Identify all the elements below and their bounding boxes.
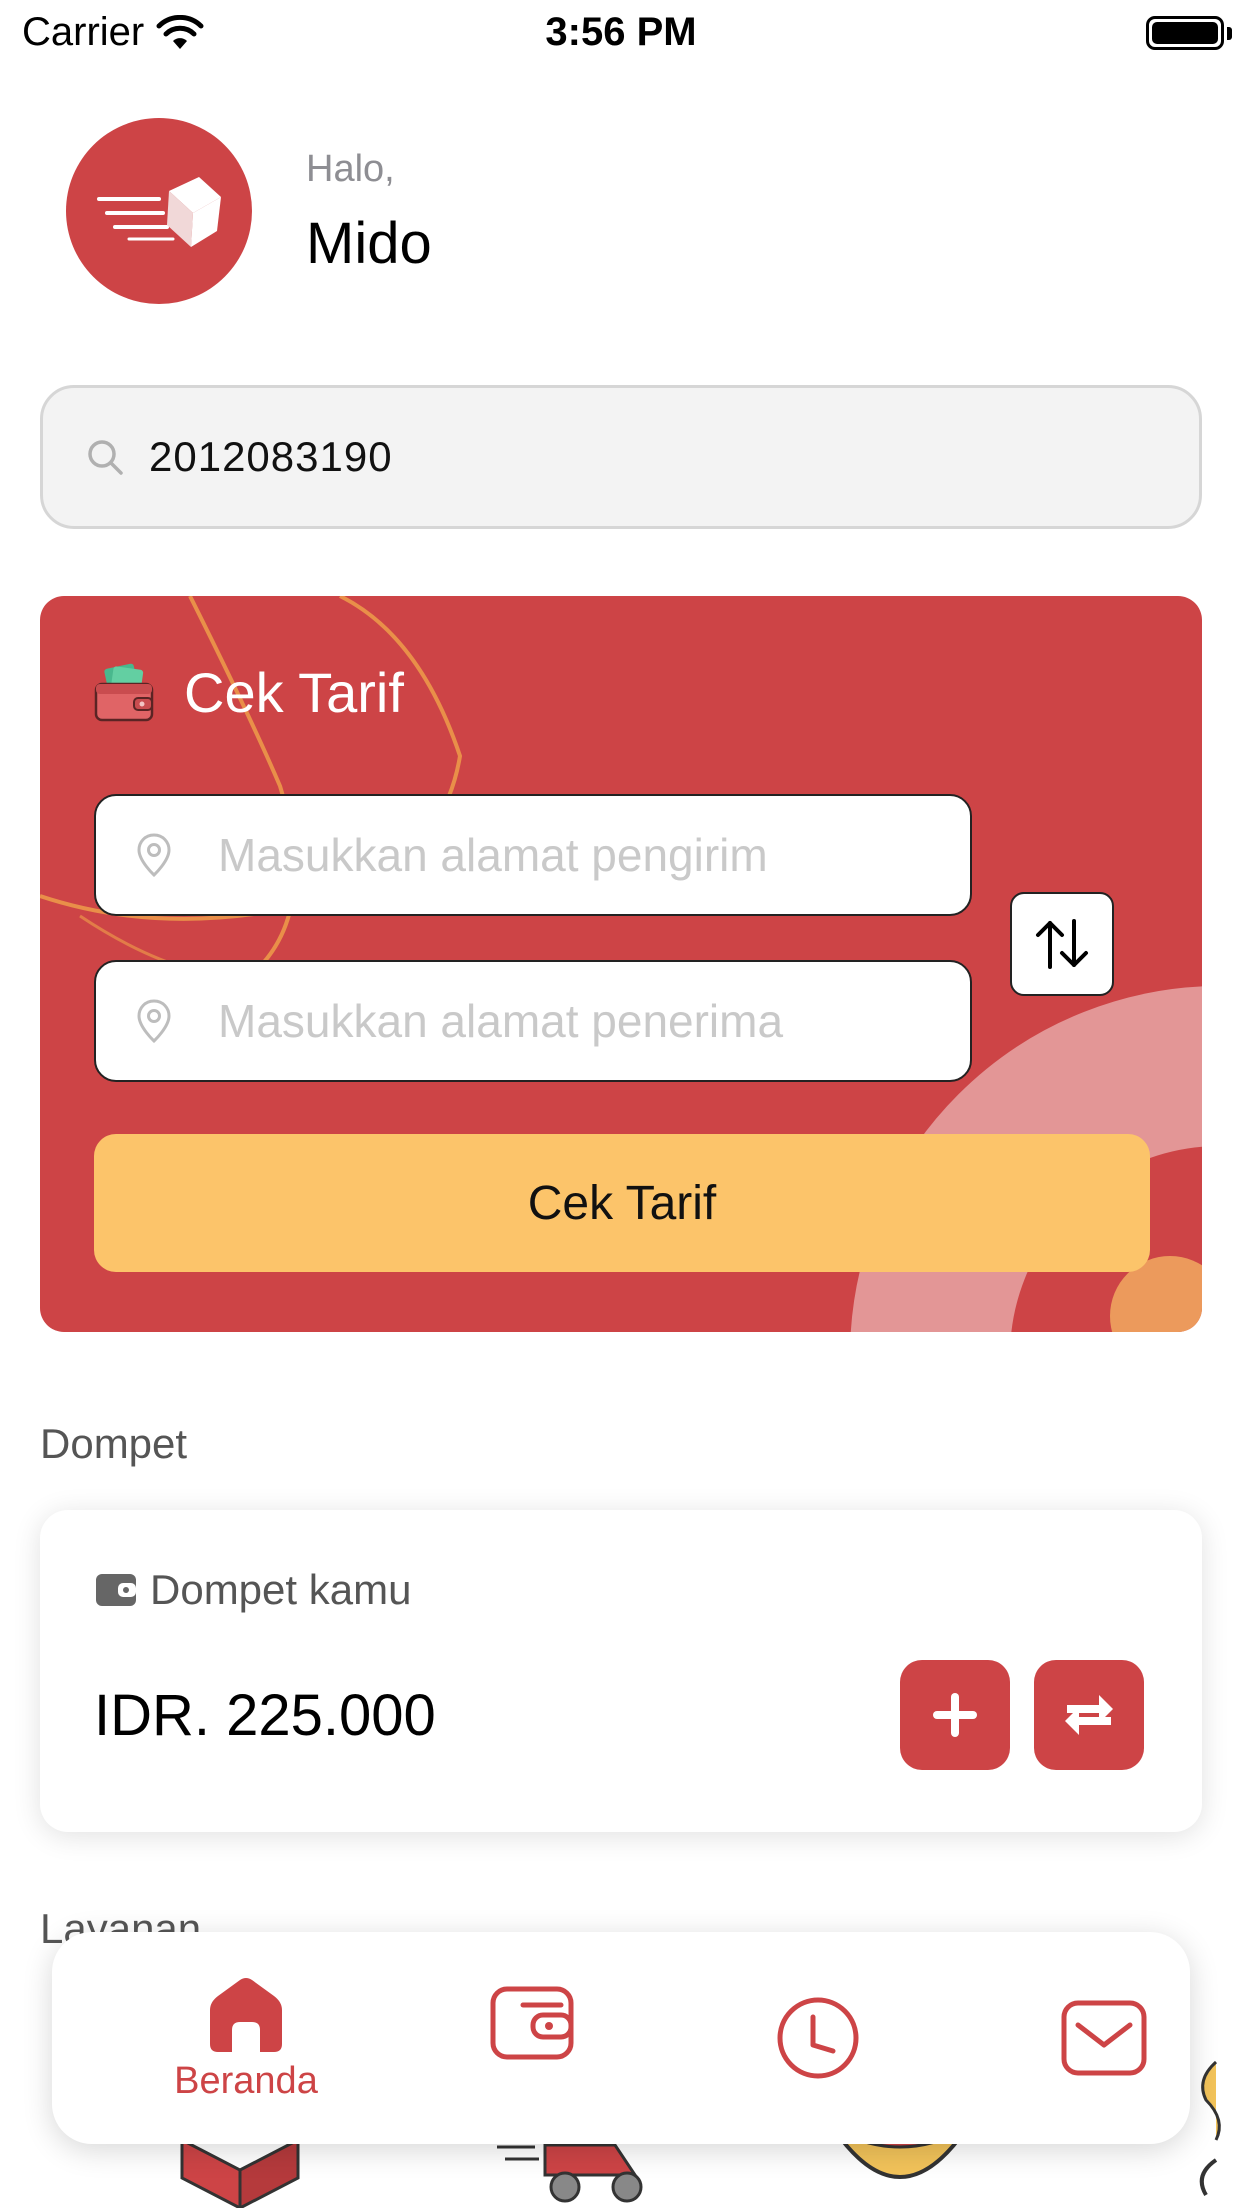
delivery-box-logo-icon xyxy=(97,177,221,247)
wallet-balance: IDR. 225.000 xyxy=(94,1683,436,1748)
battery-icon xyxy=(1146,16,1224,50)
receiver-address-input[interactable] xyxy=(218,994,938,1048)
sender-address-field[interactable] xyxy=(94,794,972,916)
search-bar[interactable]: 2012083190 xyxy=(40,385,1202,529)
location-pin-icon xyxy=(137,833,171,878)
greeting-text: Halo, xyxy=(306,148,395,190)
top-up-button[interactable] xyxy=(900,1660,1010,1770)
sender-address-input[interactable] xyxy=(218,828,938,882)
status-bar: Carrier 3:56 PM xyxy=(0,0,1242,66)
transfer-button[interactable] xyxy=(1034,1660,1144,1770)
wallet-label-row: Dompet kamu xyxy=(94,1566,411,1614)
swap-address-button[interactable] xyxy=(1010,892,1114,996)
dompet-section-title: Dompet xyxy=(40,1420,188,1467)
exchange-icon xyxy=(1065,1695,1113,1735)
cek-tarif-card: Cek Tarif Cek Tarif xyxy=(40,596,1202,1332)
search-input[interactable]: 2012083190 xyxy=(149,433,393,481)
location-pin-icon xyxy=(137,999,171,1044)
swap-arrows-icon xyxy=(1036,919,1088,969)
cek-tarif-button[interactable]: Cek Tarif xyxy=(94,1134,1150,1272)
search-icon xyxy=(88,440,123,475)
clock-icon xyxy=(777,1997,859,2079)
status-time: 3:56 PM xyxy=(545,10,697,54)
bottom-tab-bar: Beranda xyxy=(52,1932,1190,2144)
tab-beranda[interactable]: Beranda xyxy=(146,1932,346,2144)
receiver-address-field[interactable] xyxy=(94,960,972,1082)
wallet-label: Dompet kamu xyxy=(150,1566,412,1613)
wallet-icon xyxy=(96,1574,136,1606)
wallet-icon xyxy=(490,1986,574,2060)
battery-tip xyxy=(1227,27,1232,40)
mail-icon xyxy=(1061,2000,1147,2076)
cek-tarif-title: Cek Tarif xyxy=(184,661,404,724)
tab-inbox[interactable] xyxy=(1004,1932,1204,2144)
plus-icon xyxy=(933,1693,977,1737)
wallet-card: Dompet kamu IDR. 225.000 xyxy=(40,1510,1202,1832)
money-wallet-icon xyxy=(94,663,154,721)
tab-label-beranda: Beranda xyxy=(174,2059,318,2102)
tab-history[interactable] xyxy=(718,1932,918,2144)
user-name: Mido xyxy=(306,211,432,276)
home-icon xyxy=(210,1977,282,2052)
tab-wallet[interactable] xyxy=(432,1932,632,2144)
cek-tarif-header: Cek Tarif xyxy=(94,660,404,725)
avatar xyxy=(66,118,252,304)
